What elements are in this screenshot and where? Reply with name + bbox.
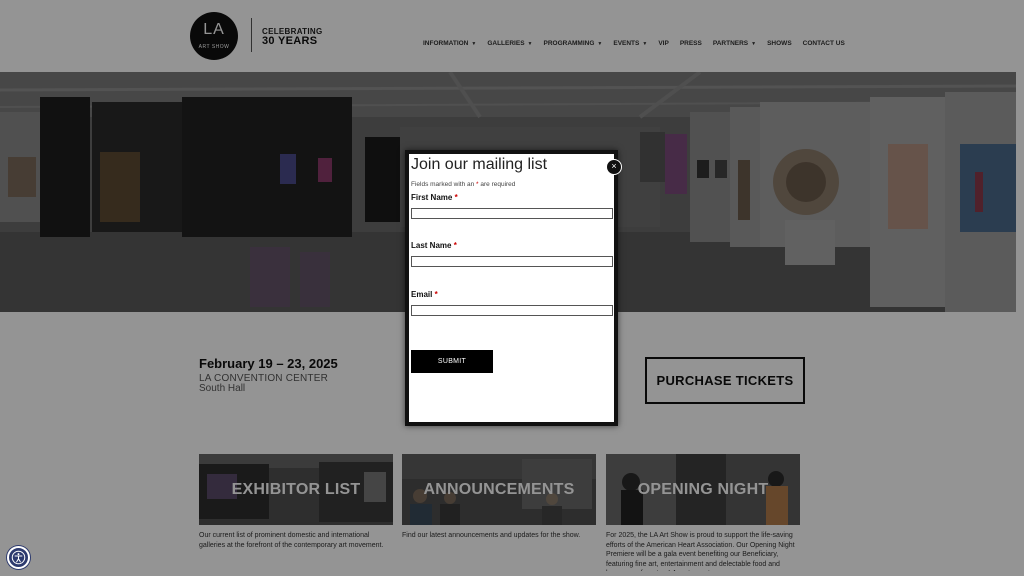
email-label: Email * bbox=[411, 290, 438, 299]
required-star: * bbox=[434, 290, 438, 299]
note-prefix: Fields marked with an bbox=[411, 181, 477, 188]
first-name-field[interactable] bbox=[411, 208, 613, 219]
close-icon[interactable]: × bbox=[606, 159, 622, 175]
label-text: First Name bbox=[411, 193, 453, 202]
accessibility-icon bbox=[11, 550, 26, 565]
required-star: * bbox=[453, 241, 457, 250]
required-fields-note: Fields marked with an * are required bbox=[411, 181, 515, 188]
required-star: * bbox=[454, 193, 458, 202]
submit-button[interactable]: SUBMIT bbox=[411, 350, 493, 373]
last-name-field[interactable] bbox=[411, 256, 613, 267]
mailing-list-modal: Join our mailing list Fields marked with… bbox=[405, 150, 618, 426]
email-field[interactable] bbox=[411, 305, 613, 316]
first-name-label: First Name * bbox=[411, 193, 458, 202]
label-text: Email bbox=[411, 290, 433, 299]
last-name-label: Last Name * bbox=[411, 241, 457, 250]
label-text: Last Name bbox=[411, 241, 452, 250]
note-suffix: are required bbox=[478, 181, 516, 188]
accessibility-button[interactable] bbox=[7, 546, 30, 569]
modal-title: Join our mailing list bbox=[411, 156, 548, 173]
